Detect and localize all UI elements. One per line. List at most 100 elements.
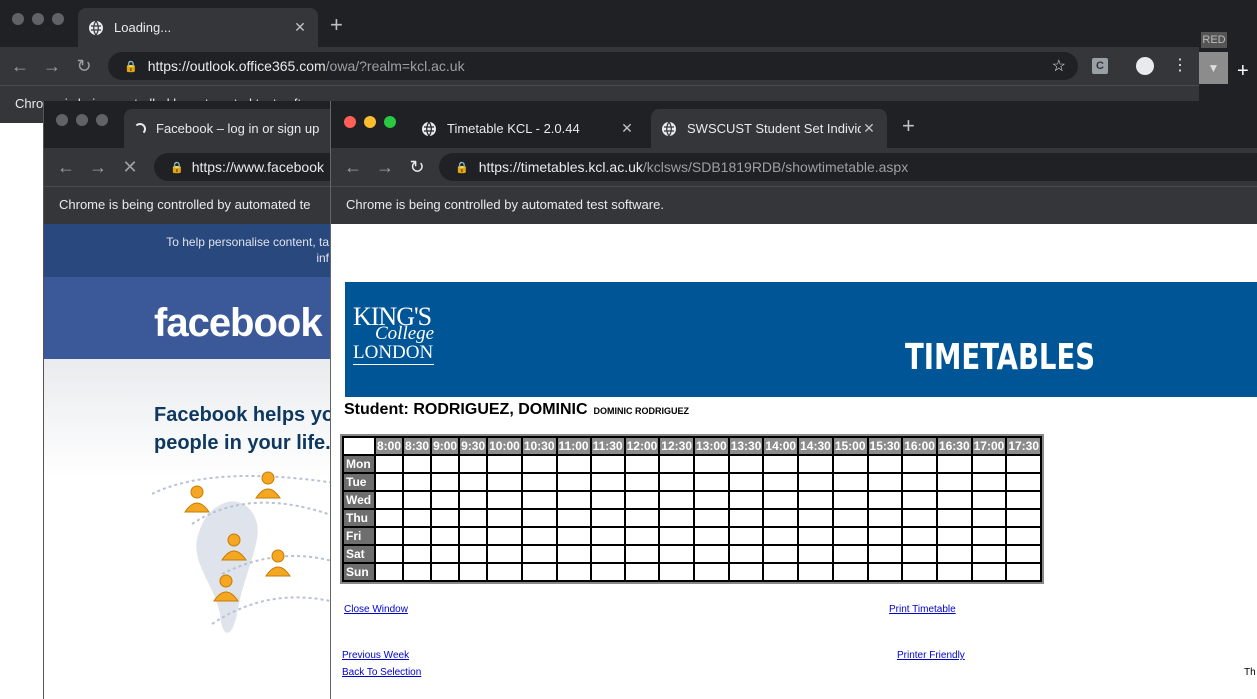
print-timetable-link[interactable]: Print Timetable <box>889 604 956 615</box>
timetable-cell <box>404 528 431 544</box>
kcl-logo[interactable]: KING'S College LONDON <box>353 304 435 365</box>
close-tab-icon[interactable]: ✕ <box>861 120 877 137</box>
back-arrow-icon[interactable]: ← <box>56 157 76 177</box>
forward-arrow-icon[interactable]: → <box>375 157 395 177</box>
timetable-cell <box>764 546 798 562</box>
timetable-cell <box>833 510 867 526</box>
menu-icon[interactable]: ⋮ <box>1172 55 1188 75</box>
timetable-cell <box>432 528 459 544</box>
zoom-window-dot[interactable] <box>384 116 396 128</box>
minimize-window-dot[interactable] <box>32 13 44 25</box>
close-window-dot[interactable] <box>12 13 24 25</box>
extension-icon[interactable]: C <box>1092 58 1108 74</box>
minimize-window-dot[interactable] <box>364 116 376 128</box>
timetable-cell <box>660 456 693 472</box>
profile-icon[interactable] <box>1136 57 1154 75</box>
timetable-cell <box>799 564 832 580</box>
facebook-headline-2: people in your life. <box>154 432 331 454</box>
back-arrow-icon[interactable]: ← <box>343 157 363 177</box>
time-header-row: 8:00 8:30 9:00 9:30 10:00 10:30 11:00 11:30 12:0… <box>344 438 1041 454</box>
forward-arrow-icon[interactable]: → <box>88 157 108 177</box>
timetable-cell <box>903 528 936 544</box>
close-window-link[interactable]: Close Window <box>344 604 408 615</box>
timetable-cell <box>488 474 521 490</box>
timetable-cell <box>460 456 487 472</box>
timetable-cell <box>764 528 798 544</box>
timetable-cell <box>376 456 403 472</box>
timetable-cell <box>557 528 590 544</box>
new-tab-button[interactable]: + <box>902 113 915 139</box>
tab-label: Timetable KCL - 2.0.44 <box>447 121 580 136</box>
address-bar[interactable]: 🔒 https://www.facebook <box>154 153 343 181</box>
timetable-cell <box>376 492 403 508</box>
world-map-illustration <box>152 471 342 633</box>
address-bar[interactable]: 🔒 https://timetables.kcl.ac.uk/kclsws/SD… <box>439 153 1257 181</box>
forward-arrow-icon[interactable]: → <box>42 56 62 76</box>
bookmark-star-icon[interactable]: ☆ <box>1052 56 1066 76</box>
timetable-cell <box>972 528 1006 544</box>
timetable-cell <box>937 474 971 490</box>
timetable-cell <box>625 528 659 544</box>
timetable-cell <box>695 492 728 508</box>
facebook-logo[interactable]: facebook <box>154 301 323 346</box>
globe-icon <box>89 20 103 35</box>
timetable-cell <box>764 492 798 508</box>
student-label: Student: RODRIGUEZ, DOMINIC <box>344 401 588 418</box>
peek-dropdown-icon[interactable]: ▼ <box>1199 52 1228 84</box>
tab-loading[interactable]: Loading... ✕ <box>78 8 318 47</box>
loading-spinner-icon <box>134 122 146 135</box>
cookie-notice: To help personalise content, ta inf <box>44 224 343 277</box>
reload-icon[interactable]: ↻ <box>407 157 427 177</box>
close-tab-icon[interactable]: ✕ <box>619 120 635 137</box>
toolbar: ← → ↻ 🔒 https://outlook.office365.com/ow… <box>0 47 1200 85</box>
window-controls <box>12 13 64 25</box>
reload-icon[interactable]: ↻ <box>74 56 94 76</box>
cookie-text-1: To help personalise content, ta <box>166 235 329 249</box>
zoom-window-dot[interactable] <box>96 114 108 126</box>
peek-new-tab-icon[interactable]: + <box>1237 60 1249 83</box>
timetable-cell <box>660 528 693 544</box>
timetable-cell <box>695 528 728 544</box>
timetable-cell <box>625 510 659 526</box>
previous-week-link[interactable]: Previous Week <box>342 650 409 661</box>
address-bar[interactable]: 🔒 https://outlook.office365.com/owa/?rea… <box>108 52 1078 80</box>
zoom-window-dot[interactable] <box>52 13 64 25</box>
grid-corner <box>344 438 374 454</box>
timetable-cell <box>729 510 763 526</box>
tab-label: Facebook – log in or sign up <box>156 121 320 136</box>
timetable-cell <box>729 456 763 472</box>
new-tab-button[interactable]: + <box>330 12 343 38</box>
timetable-cell <box>1007 564 1041 580</box>
close-window-dot[interactable] <box>344 116 356 128</box>
time-header: 15:30 <box>868 438 902 454</box>
peek-tag: RED <box>1201 32 1227 48</box>
back-arrow-icon[interactable]: ← <box>10 56 30 76</box>
tab-facebook[interactable]: Facebook – log in or sign up <box>124 109 343 148</box>
day-row: Tue <box>344 474 1041 490</box>
timetable-cell <box>625 564 659 580</box>
time-header: 17:00 <box>972 438 1006 454</box>
globe-icon <box>662 121 676 136</box>
timetable-cell <box>799 528 832 544</box>
tab-timetable-kcl[interactable]: Timetable KCL - 2.0.44 ✕ <box>411 109 645 148</box>
minimize-window-dot[interactable] <box>76 114 88 126</box>
close-window-dot[interactable] <box>56 114 68 126</box>
timetable-cell <box>488 546 521 562</box>
timetable-cell <box>868 564 902 580</box>
timetable-cell <box>729 564 763 580</box>
timetable-cell <box>799 492 832 508</box>
time-header: 17:30 <box>1007 438 1041 454</box>
printer-friendly-link[interactable]: Printer Friendly <box>897 650 965 661</box>
stop-loading-icon[interactable]: ✕ <box>120 157 140 177</box>
day-label: Thu <box>344 510 374 526</box>
timetable-cell <box>404 474 431 490</box>
back-to-selection-link[interactable]: Back To Selection <box>342 667 421 678</box>
timetable-cell <box>488 510 521 526</box>
timetable-cell <box>591 546 624 562</box>
timetable-cell <box>460 546 487 562</box>
tab-swscust[interactable]: SWSCUST Student Set Individu ✕ <box>651 109 887 148</box>
timetable-cell <box>903 564 936 580</box>
timetable-cell <box>903 510 936 526</box>
close-tab-icon[interactable]: ✕ <box>292 19 308 36</box>
timetable-cell <box>404 456 431 472</box>
